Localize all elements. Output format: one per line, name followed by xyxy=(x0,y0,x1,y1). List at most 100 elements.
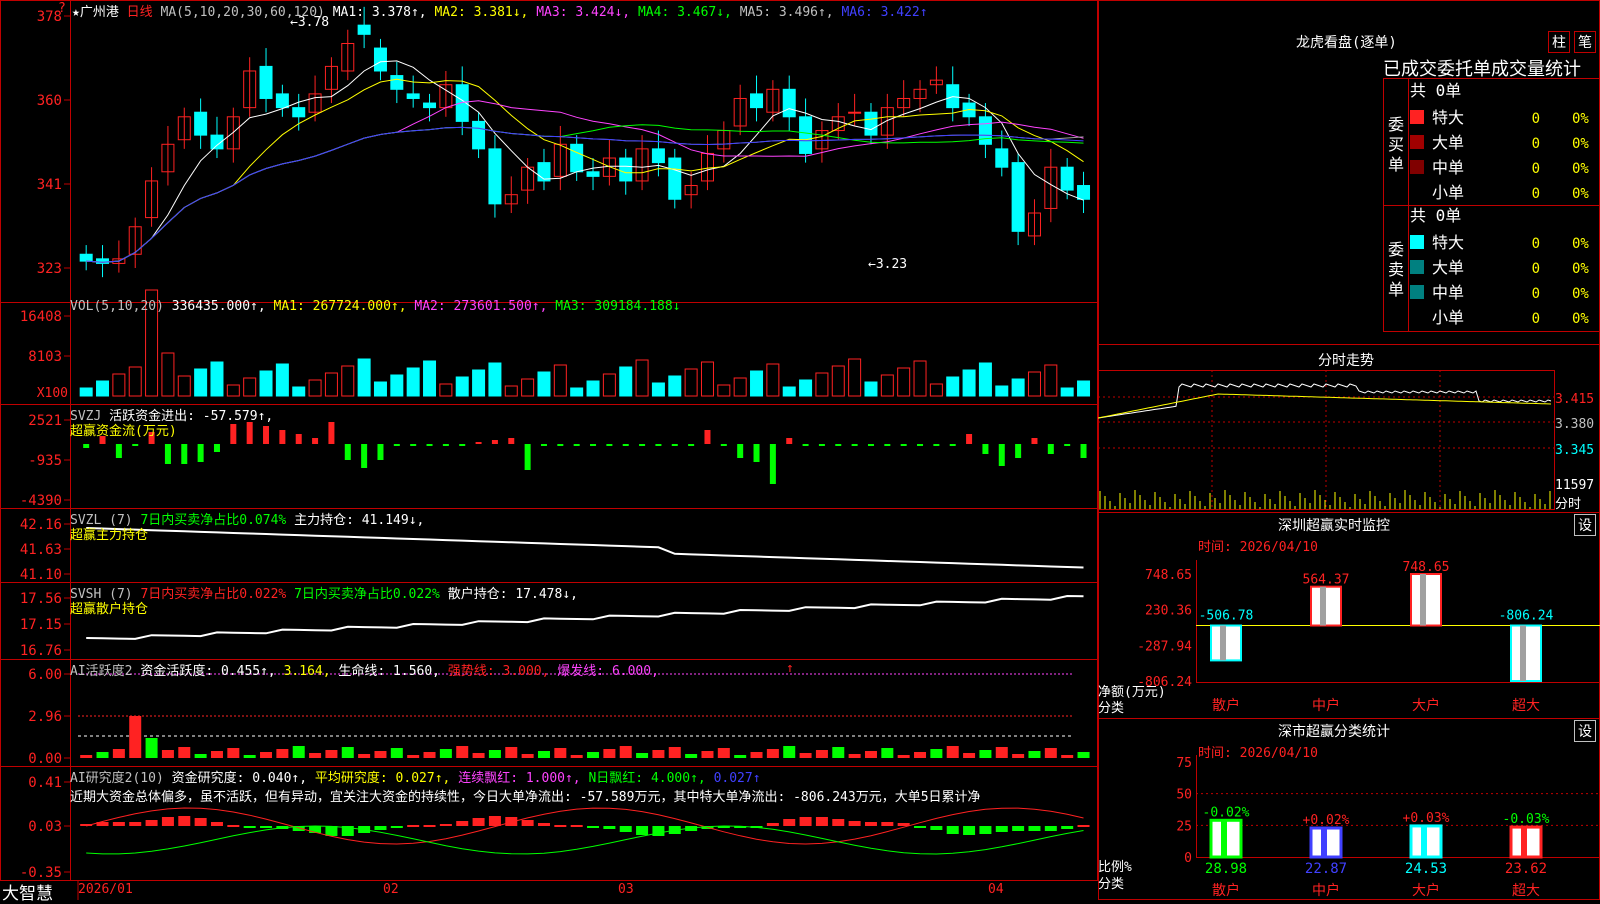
ai2-bar xyxy=(194,818,207,826)
volume-bar xyxy=(357,358,371,397)
ai2-bar xyxy=(815,817,828,826)
sell-color-swatch xyxy=(1410,285,1424,299)
svzj-bar xyxy=(606,444,613,446)
sell-total: 共 0单 xyxy=(1410,206,1461,225)
volume-bar xyxy=(521,378,535,397)
intraday-price-line xyxy=(1097,383,1552,419)
ai1-bar xyxy=(963,753,976,758)
candle-body xyxy=(864,111,878,136)
ai2-bar xyxy=(554,825,567,827)
bar-mode-button[interactable]: 柱 xyxy=(1548,31,1570,53)
y-tick-label: 17.56 xyxy=(20,591,62,607)
ai1-bar xyxy=(243,755,256,758)
help-icon[interactable]: ? xyxy=(58,1,66,16)
main-header: ★广州港 日线 MA(5,10,20,30,60,120) MA1: 3.378… xyxy=(72,5,928,20)
ai1-bar xyxy=(946,746,959,758)
chart-area[interactable]: 378 360 341 323 16408 8103 X100 2521 -935 -4390 42… xyxy=(0,0,1098,904)
longhu-title: 龙虎看盘(逐单) xyxy=(1296,35,1397,51)
brand-logo: 大智慧 xyxy=(2,884,53,904)
sz-monitor-settings-button[interactable]: 设 xyxy=(1574,514,1596,536)
svzj-bar xyxy=(213,444,220,452)
svzj-bar xyxy=(851,444,858,446)
volume-bar xyxy=(864,381,878,397)
volume-bar xyxy=(472,369,486,397)
candle-body xyxy=(619,157,633,182)
y-tick-label: 0.41 xyxy=(28,775,62,791)
tick-mode-button[interactable]: 笔 xyxy=(1574,31,1596,53)
ai1-bar xyxy=(1077,752,1090,758)
volume-bar xyxy=(717,384,731,397)
svzj-bar xyxy=(295,434,302,444)
ai1-bar xyxy=(390,748,403,758)
ai2-bar xyxy=(1061,826,1074,829)
sz-class-settings-button[interactable]: 设 xyxy=(1574,720,1596,742)
svzj-bar xyxy=(230,424,237,444)
volume-bar xyxy=(439,383,453,397)
ai2-bar xyxy=(178,816,191,826)
svzj-bar xyxy=(442,444,449,446)
class-bar-shade xyxy=(1221,820,1227,857)
y-tick-label: 0.03 xyxy=(28,819,62,835)
ai2-bar xyxy=(963,826,976,835)
class-bar-shade xyxy=(1321,828,1327,857)
volume-bar xyxy=(880,374,894,397)
ai2-bar xyxy=(488,816,501,826)
svzj-bar xyxy=(246,422,253,444)
svzj-bar xyxy=(704,430,711,444)
kline-svg[interactable]: 378360341323164088103X1002521-935-439042… xyxy=(0,0,1098,900)
longhu-subtitle: 已成交委托单成交量统计 xyxy=(1383,59,1581,80)
ai2-bar xyxy=(456,821,469,826)
ai2-comment: 近期大资金总体偏多，虽不活跃，但有异动，宜关注大资金的持续性，今日大单净流出: … xyxy=(70,790,981,805)
svzj-bar xyxy=(181,444,188,464)
candle-body xyxy=(570,143,584,173)
monitor-category: 中户 xyxy=(1312,697,1340,714)
svzj-bar xyxy=(917,444,924,446)
volume-bar xyxy=(602,373,616,397)
ai1-bar xyxy=(668,747,681,758)
svzj-bar xyxy=(328,422,335,444)
svzj-bar xyxy=(540,444,547,446)
candle-body xyxy=(995,148,1009,168)
svzj-bar xyxy=(949,444,956,446)
ai1-bar xyxy=(260,752,273,758)
ai2-bar xyxy=(946,826,959,834)
volume-bar xyxy=(308,379,322,397)
volume-bar xyxy=(553,364,567,397)
svzj-bar xyxy=(508,438,515,444)
class-tick: 25 xyxy=(1176,819,1192,834)
svzj-bar xyxy=(83,444,90,448)
sell-head: 单 xyxy=(1388,280,1404,299)
candle-body xyxy=(1060,166,1074,191)
svzj-bar xyxy=(982,444,989,454)
ai1-bar xyxy=(194,754,207,758)
candle-body xyxy=(357,24,371,35)
period-label: 日线 xyxy=(126,5,153,20)
buy-row-value: 0 xyxy=(1532,186,1540,202)
ai1-bar xyxy=(995,747,1008,758)
y-tick-label: 323 xyxy=(37,261,62,277)
svzj-bar xyxy=(475,442,482,444)
class-category: 散户 xyxy=(1212,882,1240,899)
svzj-bar xyxy=(410,444,417,446)
candle-body xyxy=(586,171,600,177)
ai2-bar xyxy=(423,825,436,827)
ai2-bar xyxy=(587,826,600,828)
ai1-bar xyxy=(439,749,452,758)
volume-bar xyxy=(259,370,273,397)
ai1-arrow: ↑ xyxy=(786,661,794,676)
svzj-bar xyxy=(1080,444,1087,458)
date-label: 04 xyxy=(988,882,1004,897)
class-tick: 50 xyxy=(1176,788,1192,803)
ai1-bar xyxy=(178,747,191,758)
ai1-bar xyxy=(210,751,223,758)
svzj-bar xyxy=(688,444,695,446)
ai1-bar xyxy=(881,748,894,758)
ai1-bar xyxy=(1012,754,1025,758)
volume-bar xyxy=(619,366,633,397)
svzj-bar xyxy=(263,426,270,444)
ai1-bar xyxy=(292,746,305,758)
ai1-bar xyxy=(521,754,534,758)
ai1-bar xyxy=(864,751,877,758)
volume-bar xyxy=(929,383,943,397)
vol-header: VOL(5,10,20) 336435.000↑, MA1: 267724.00… xyxy=(70,299,681,314)
